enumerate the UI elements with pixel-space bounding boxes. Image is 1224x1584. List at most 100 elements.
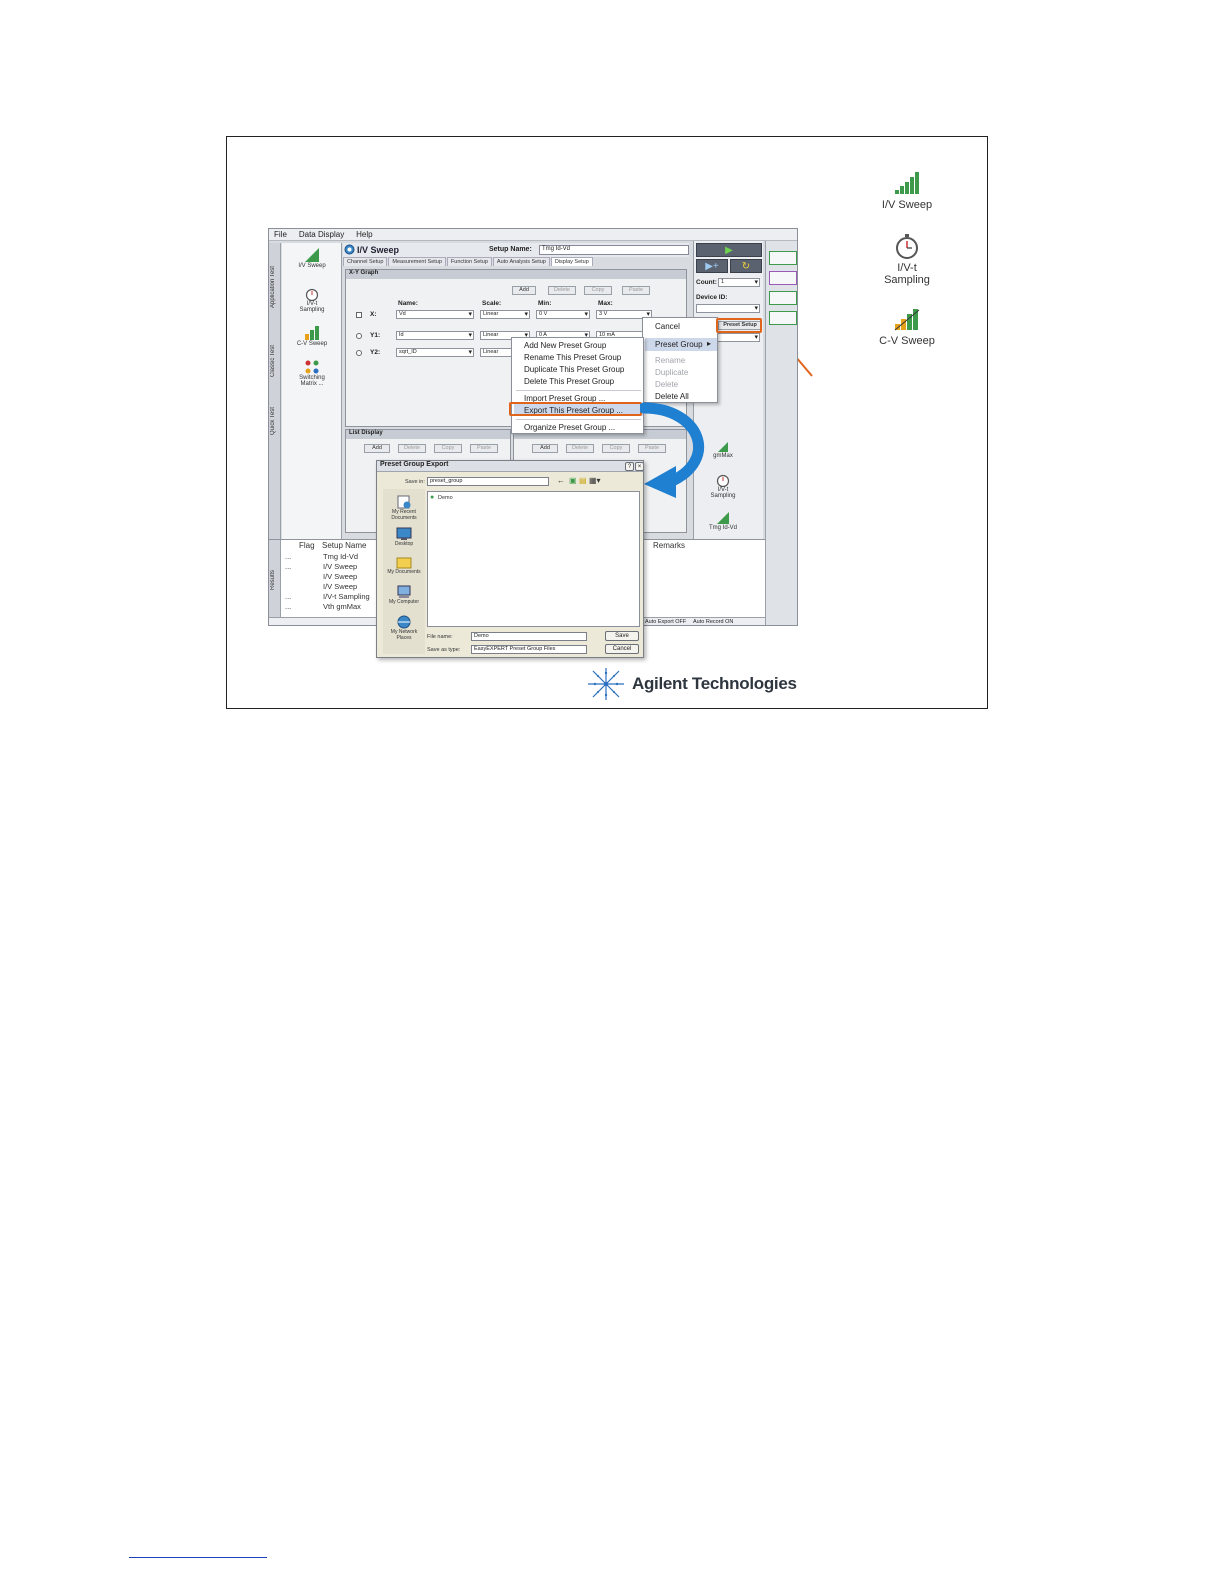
menu-rename-preset-group[interactable]: Rename This Preset Group — [524, 353, 621, 362]
param-copy-button[interactable]: Copy — [602, 444, 630, 453]
menu-rename[interactable]: Rename — [655, 356, 685, 365]
file-item[interactable]: Demo — [438, 495, 453, 501]
result-row[interactable]: Tmg Id-Vd — [323, 552, 358, 562]
vtab-classic-test[interactable]: Classic Test — [270, 331, 280, 391]
single-run-button[interactable]: ▶ — [696, 243, 762, 257]
vtab-quick-test[interactable]: Quick Test — [270, 395, 280, 447]
place-my-documents[interactable]: My Documents — [383, 555, 425, 575]
stopwatch-icon — [896, 234, 918, 259]
menu-preset-group[interactable]: Preset Group — [655, 340, 703, 349]
tab-channel-setup[interactable]: Channel Setup — [343, 257, 388, 266]
display-slot[interactable] — [769, 271, 797, 285]
library-item-switching-matrix[interactable]: Switching Matrix ... — [282, 359, 342, 387]
tab-function-setup[interactable]: Function Setup — [446, 257, 492, 266]
result-flag: ... — [285, 562, 292, 571]
side-icon-iv-t-sampling[interactable]: I/V-t Sampling — [862, 233, 952, 286]
y1-axis-radio[interactable] — [356, 333, 362, 339]
list-paste-button[interactable]: Paste — [470, 444, 498, 453]
y1-name-select[interactable]: Id — [396, 331, 474, 340]
display-slot[interactable] — [769, 251, 797, 265]
place-label: My Network Places — [390, 629, 418, 641]
list-copy-button[interactable]: Copy — [434, 444, 462, 453]
col-remarks: Remarks — [653, 541, 686, 550]
library-item-tmg-id-vd[interactable]: Tmg Id-Vd — [698, 511, 748, 531]
stopwatch-icon — [305, 288, 319, 301]
menu-organize-preset-group[interactable]: Organize Preset Group ... — [524, 423, 615, 432]
repeat-run-button[interactable]: ↻ — [730, 259, 762, 273]
list-add-button[interactable]: Add — [364, 444, 390, 453]
y2-name-select[interactable]: sqrt_ID — [396, 348, 474, 357]
file-list[interactable]: ● Demo — [427, 491, 640, 627]
places-bar: My Recent Documents Desktop My Documents… — [383, 489, 425, 654]
menu-file[interactable]: File — [269, 229, 292, 240]
results-tab[interactable]: Results — [269, 540, 281, 618]
network-places-icon — [397, 615, 411, 629]
file-name-field[interactable]: Demo — [471, 632, 587, 641]
x-name-select[interactable]: Vd — [396, 310, 474, 319]
side-icon-iv-sweep[interactable]: I/V Sweep — [862, 170, 952, 211]
save-type-select[interactable]: EasyEXPERT Preset Group Files — [471, 645, 587, 654]
xy-delete-button[interactable]: Delete — [548, 286, 576, 295]
menu-data-display[interactable]: Data Display — [294, 229, 349, 240]
x-axis-label: X: — [370, 311, 377, 318]
display-slot[interactable] — [769, 291, 797, 305]
result-row[interactable]: I/V-t Sampling — [323, 592, 370, 602]
save-in-select[interactable]: preset_group — [427, 477, 549, 486]
footer-rule — [129, 1557, 267, 1558]
menu-help[interactable]: Help — [351, 229, 377, 240]
file-name-label: File name: — [427, 634, 453, 640]
menu-cancel[interactable]: Cancel — [655, 322, 680, 331]
library-item-iv-t-sampling[interactable]: I/V-t Sampling — [282, 287, 342, 313]
menu-duplicate-preset-group[interactable]: Duplicate This Preset Group — [524, 365, 624, 374]
auto-record-status[interactable]: Auto Record ON — [693, 619, 733, 625]
save-type-label: Save as type: — [427, 647, 461, 653]
up-folder-icon[interactable]: ▣ — [569, 476, 577, 485]
auto-export-status[interactable]: Auto Export OFF — [645, 619, 686, 625]
place-my-computer[interactable]: My Computer — [383, 585, 425, 605]
result-row[interactable]: I/V Sweep — [323, 572, 357, 582]
x-min-field[interactable]: 0 V — [536, 310, 590, 319]
view-menu-icon[interactable]: ▦▾ — [589, 476, 601, 485]
iv-sweep-icon — [305, 248, 319, 262]
library-item-iv-sweep[interactable]: I/V Sweep — [282, 247, 342, 269]
save-button[interactable]: Save — [605, 631, 639, 641]
x-axis-checkbox[interactable] — [356, 312, 362, 318]
library-label: Tmg Id-Vd — [708, 525, 737, 531]
vtab-application-test[interactable]: Application Test — [270, 247, 280, 327]
new-folder-icon[interactable]: ▤ — [579, 476, 587, 485]
xy-add-button[interactable]: Add — [512, 286, 536, 295]
place-desktop[interactable]: Desktop — [383, 527, 425, 547]
device-id-field[interactable] — [696, 304, 760, 313]
y2-axis-radio[interactable] — [356, 350, 362, 356]
place-recent-documents[interactable]: My Recent Documents — [383, 495, 425, 521]
param-add-button[interactable]: Add — [532, 444, 558, 453]
param-delete-button[interactable]: Delete — [566, 444, 594, 453]
dialog-help-button[interactable]: ? — [625, 462, 634, 471]
side-icon-cv-sweep[interactable]: C-V Sweep — [862, 306, 952, 347]
menu-duplicate[interactable]: Duplicate — [655, 368, 688, 377]
dialog-close-button[interactable]: × — [635, 462, 643, 471]
tab-auto-analysis-setup[interactable]: Auto Analysis Setup — [492, 257, 550, 266]
tab-display-setup[interactable]: Display Setup — [550, 257, 593, 266]
result-row[interactable]: Vth gmMax — [323, 602, 361, 612]
library-item-cv-sweep[interactable]: C-V Sweep — [282, 325, 342, 347]
list-delete-button[interactable]: Delete — [398, 444, 426, 453]
tab-measurement-setup[interactable]: Measurement Setup — [388, 257, 446, 266]
xy-copy-button[interactable]: Copy — [584, 286, 612, 295]
result-row[interactable]: I/V Sweep — [323, 582, 357, 592]
xy-paste-button[interactable]: Paste — [622, 286, 650, 295]
display-slot[interactable] — [769, 311, 797, 325]
menu-delete[interactable]: Delete — [655, 380, 678, 389]
back-icon[interactable]: ← — [557, 476, 565, 485]
count-field[interactable]: 1 — [718, 278, 760, 287]
cancel-button[interactable]: Cancel — [605, 644, 639, 654]
switching-matrix-icon — [305, 360, 319, 374]
col-setup-name: Setup Name — [322, 541, 367, 550]
place-network[interactable]: My Network Places — [383, 615, 425, 641]
x-scale-select[interactable]: Linear — [480, 310, 530, 319]
menu-add-new-preset-group[interactable]: Add New Preset Group — [524, 341, 606, 350]
append-run-button[interactable]: ▶+ — [696, 259, 728, 273]
menu-delete-preset-group[interactable]: Delete This Preset Group — [524, 377, 614, 386]
result-row[interactable]: I/V Sweep — [323, 562, 357, 572]
setup-name-field[interactable]: Tmg Id-Vd — [539, 245, 689, 255]
